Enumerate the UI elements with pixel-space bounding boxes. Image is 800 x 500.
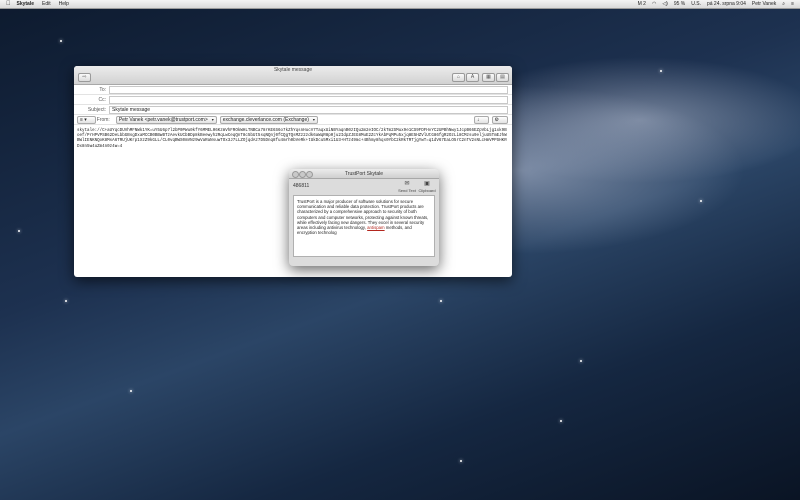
inbox-icon: ▣ xyxy=(424,181,430,187)
star xyxy=(60,40,62,42)
star xyxy=(440,300,442,302)
menu-app-name[interactable]: Skytale xyxy=(17,1,35,7)
to-label: To: xyxy=(99,86,106,93)
mail-titlebar[interactable]: Skytale message ⇨ ⌂ A ▦ ▤ xyxy=(74,66,512,85)
chevron-down-icon: ▾ xyxy=(211,116,214,122)
skytale-titlebar[interactable]: TrustPort Skytale xyxy=(289,169,439,179)
skytale-panel: TrustPort Skytale 486811 ✉ Send Text ▣ C… xyxy=(289,169,439,266)
star xyxy=(700,200,702,202)
send-button[interactable]: ⇨ xyxy=(78,73,91,82)
star xyxy=(65,300,67,302)
attach-button[interactable]: ⌂ xyxy=(452,73,465,82)
apple-logo-icon[interactable]:  xyxy=(6,1,11,7)
keyboard-layout[interactable]: U.S. xyxy=(691,1,701,7)
cc-row: Cc: xyxy=(74,95,512,105)
photo-browser-button[interactable]: ▦ xyxy=(482,73,495,82)
window-title: Skytale message xyxy=(273,67,313,73)
menu-help[interactable]: Help xyxy=(59,1,69,7)
cc-field[interactable] xyxy=(109,95,508,104)
format-value: ≡ ▾ xyxy=(80,116,87,123)
menu-edit[interactable]: Edit xyxy=(42,1,51,7)
menu-bar:  Skytale Edit Help M 2 ◠ ◁) 95 % U.S. p… xyxy=(0,0,800,9)
send-text-button[interactable]: ✉ Send Text xyxy=(397,181,417,193)
subject-label: Subject: xyxy=(87,106,106,113)
from-label: From: xyxy=(96,116,110,123)
cc-label: Cc: xyxy=(98,96,107,103)
star xyxy=(660,70,662,72)
from-value: Petr Vanek <petr.vanek@trustport.com> xyxy=(118,116,208,123)
skytale-id: 486811 xyxy=(293,183,310,189)
fonts-button[interactable]: A xyxy=(466,73,479,82)
star xyxy=(460,460,462,462)
battery-indicator[interactable]: 95 % xyxy=(674,1,685,7)
subject-field[interactable]: Skytale message xyxy=(109,105,508,114)
wifi-icon[interactable]: ◠ xyxy=(652,1,656,7)
format-dropdown[interactable]: ≡ ▾ xyxy=(77,115,96,124)
message-body[interactable]: skytale://C+aUYqcDUVhMFNWk1YK=uY5U6p7l2b… xyxy=(74,125,512,154)
skytale-toolbar: 486811 ✉ Send Text ▣ Clipboard xyxy=(289,179,439,195)
star xyxy=(18,230,20,232)
envelope-icon: ✉ xyxy=(404,181,410,187)
clipboard-button[interactable]: ▣ Clipboard xyxy=(417,181,437,193)
skytale-text-area[interactable]: TrustPort is a major producer of softwar… xyxy=(293,195,435,257)
send-text-label: Send Text xyxy=(398,188,416,193)
clock[interactable]: pá 24. srpna 9:04 xyxy=(707,1,746,7)
subject-row: Subject: Skytale message xyxy=(74,105,512,115)
volume-icon[interactable]: ◁) xyxy=(662,1,668,7)
to-field[interactable] xyxy=(109,85,508,94)
star xyxy=(560,420,562,422)
spelling-highlight: antispam xyxy=(367,225,385,231)
input-source-indicator[interactable]: M 2 xyxy=(638,1,646,7)
account-value: exchange.cleverlance.com (Exchange) xyxy=(222,116,309,123)
spotlight-icon[interactable]: ⌕ xyxy=(782,1,785,7)
notification-center-icon[interactable]: ≡ xyxy=(791,1,794,7)
settings-button[interactable]: ⚙ xyxy=(491,115,508,124)
stationery-button[interactable]: ▤ xyxy=(496,73,509,82)
from-dropdown[interactable]: Petr Vanek <petr.vanek@trustport.com> ▾ xyxy=(115,115,217,124)
clipboard-label: Clipboard xyxy=(418,188,436,193)
star xyxy=(130,390,132,392)
from-row: ≡ ▾ From: Petr Vanek <petr.vanek@trustpo… xyxy=(74,115,512,125)
account-dropdown[interactable]: exchange.cleverlance.com (Exchange) ▾ xyxy=(219,115,318,124)
chevron-down-icon: ▾ xyxy=(312,116,315,122)
skytale-title: TrustPort Skytale xyxy=(344,171,384,177)
status-area: M 2 ◠ ◁) 95 % U.S. pá 24. srpna 9:04 Pet… xyxy=(638,1,794,7)
signature-button[interactable]: ↓ xyxy=(474,115,489,124)
user-name[interactable]: Petr Vanek xyxy=(752,1,776,7)
star xyxy=(580,360,582,362)
to-row: To: xyxy=(74,85,512,95)
